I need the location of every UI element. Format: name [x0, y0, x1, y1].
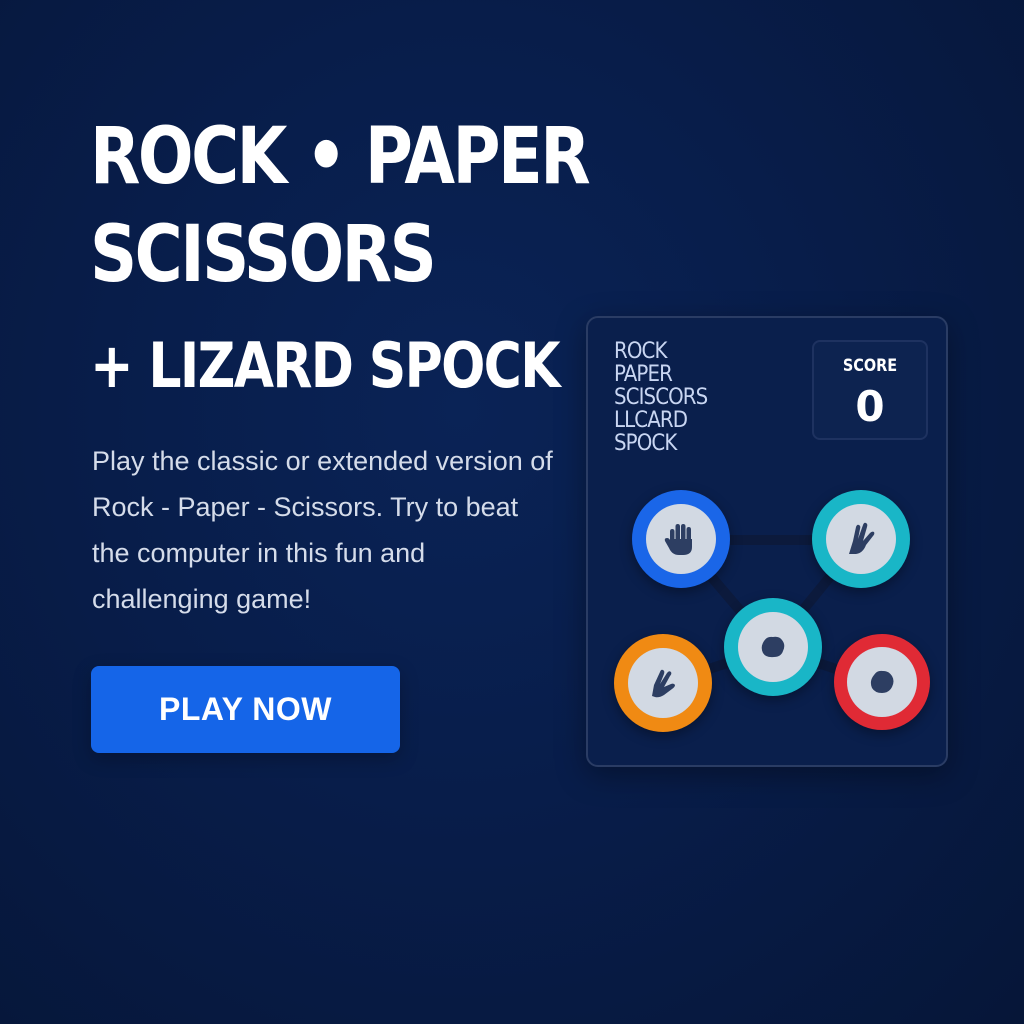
title-line-1: ROCK • PAPER: [90, 112, 591, 202]
choice-rock-button[interactable]: [724, 598, 822, 696]
page-title: ROCK • PAPER SCISSORS: [90, 108, 591, 304]
rock-icon: [870, 670, 894, 693]
choice-spock-button[interactable]: [812, 490, 910, 588]
page-subtitle: + LIZARD SPOCK: [90, 329, 561, 402]
lizard-hand-icon: [652, 669, 675, 698]
choice-lizard-button[interactable]: [614, 634, 712, 732]
game-description: Play the classic or extended version of …: [92, 446, 553, 614]
choice-rock-alt-button[interactable]: [834, 634, 930, 730]
play-now-button[interactable]: PLAY NOW: [91, 666, 400, 753]
choice-paper-button[interactable]: [632, 490, 730, 588]
spock-hand-icon: [849, 522, 875, 554]
title-line-2: SCISSORS: [90, 210, 437, 300]
rock-icon: [761, 636, 785, 658]
open-hand-icon: [664, 524, 692, 555]
game-preview-panel: ROCK PAPER SCISCORS LLCARD SPOCK SCORE 0: [586, 316, 948, 767]
